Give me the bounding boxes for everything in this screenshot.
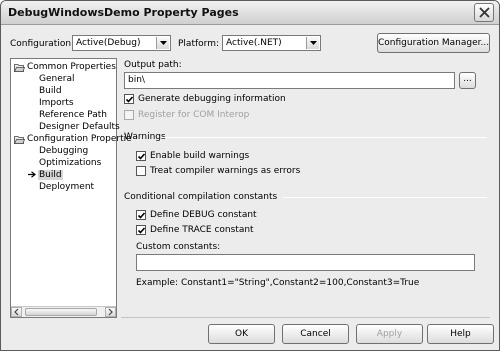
define-debug-label: Define DEBUG constant bbox=[150, 210, 257, 220]
treat-warnings-as-errors-checkbox[interactable] bbox=[136, 166, 146, 176]
enable-build-warnings-checkbox[interactable] bbox=[136, 151, 146, 161]
configuration-manager-button[interactable]: Configuration Manager... bbox=[377, 33, 490, 53]
tree-item-build-config[interactable]: Build bbox=[38, 170, 63, 180]
custom-constants-label: Custom constants: bbox=[136, 242, 221, 252]
tree-item-general[interactable]: General bbox=[39, 74, 74, 84]
constants-section-label: Conditional compilation constants bbox=[124, 192, 278, 202]
tree-item-build-common[interactable]: Build bbox=[39, 86, 62, 96]
tree-item-imports[interactable]: Imports bbox=[39, 98, 74, 108]
tree-item-deployment[interactable]: Deployment bbox=[39, 182, 94, 192]
browse-button[interactable]: ... bbox=[459, 72, 476, 89]
define-trace-checkbox[interactable] bbox=[136, 225, 146, 235]
warnings-separator bbox=[162, 137, 487, 138]
ok-button[interactable]: OK bbox=[208, 324, 275, 344]
tree-item-optimizations[interactable]: Optimizations bbox=[39, 158, 101, 168]
chevron-left-icon bbox=[14, 308, 19, 316]
generate-debug-label: Generate debugging information bbox=[138, 94, 286, 104]
tree-group-configuration-properties[interactable]: Configuration Propertie bbox=[27, 134, 132, 144]
configuration-select[interactable]: Active(Debug) bbox=[72, 35, 171, 51]
register-com-label: Register for COM Interop bbox=[138, 110, 250, 120]
tree-group-common-properties[interactable]: Common Properties bbox=[27, 62, 116, 72]
apply-button[interactable]: Apply bbox=[356, 324, 423, 344]
warnings-section-label: Warnings bbox=[124, 132, 166, 142]
cancel-button[interactable]: Cancel bbox=[282, 324, 349, 344]
configuration-value: Active(Debug) bbox=[76, 38, 141, 48]
platform-label: Platform: bbox=[178, 39, 219, 49]
tree-item-debugging[interactable]: Debugging bbox=[39, 146, 88, 156]
platform-select[interactable]: Active(.NET) bbox=[222, 35, 321, 51]
folder-open-icon bbox=[14, 136, 25, 144]
property-tree: Common Properties General Build Imports … bbox=[10, 58, 132, 318]
close-button[interactable] bbox=[474, 3, 494, 22]
scrollbar-thumb[interactable] bbox=[25, 308, 97, 316]
define-trace-label: Define TRACE constant bbox=[150, 225, 254, 235]
constants-example-text: Example: Constant1="String",Constant2=10… bbox=[136, 278, 420, 288]
checkmark-icon bbox=[137, 212, 146, 219]
platform-dropdown-button[interactable] bbox=[306, 37, 319, 49]
output-path-label: Output path: bbox=[124, 60, 182, 70]
output-path-input[interactable]: bin\ bbox=[124, 72, 455, 89]
register-com-checkbox[interactable] bbox=[124, 110, 134, 120]
checkmark-icon bbox=[137, 227, 146, 234]
chevron-down-icon bbox=[160, 41, 167, 45]
tree-item-reference-path[interactable]: Reference Path bbox=[39, 110, 107, 120]
output-path-value: bin\ bbox=[128, 75, 145, 85]
tree-horizontal-scrollbar[interactable] bbox=[11, 306, 116, 317]
enable-build-warnings-label: Enable build warnings bbox=[150, 151, 250, 161]
configuration-label: Configuration: bbox=[10, 39, 75, 49]
close-icon bbox=[479, 7, 490, 18]
constants-separator bbox=[283, 197, 487, 198]
generate-debug-checkbox[interactable] bbox=[124, 94, 134, 104]
platform-value: Active(.NET) bbox=[226, 38, 282, 48]
chevron-right-icon bbox=[108, 308, 113, 316]
window-title: DebugWindowsDemo Property Pages bbox=[8, 6, 239, 19]
tree-item-designer-defaults[interactable]: Designer Defaults bbox=[39, 122, 120, 132]
scroll-left-button[interactable] bbox=[11, 307, 22, 317]
help-button[interactable]: Help bbox=[427, 324, 494, 344]
chevron-down-icon bbox=[310, 41, 317, 45]
configuration-dropdown-button[interactable] bbox=[156, 37, 169, 49]
treat-warnings-as-errors-label: Treat compiler warnings as errors bbox=[150, 166, 301, 176]
folder-open-icon bbox=[14, 64, 25, 72]
property-pages-dialog: DebugWindowsDemo Property Pages Configur… bbox=[0, 0, 500, 351]
checkmark-icon bbox=[125, 96, 134, 103]
custom-constants-input[interactable] bbox=[136, 254, 475, 271]
scroll-right-button[interactable] bbox=[105, 307, 116, 317]
arrow-right-icon bbox=[28, 171, 36, 178]
checkmark-icon bbox=[137, 153, 146, 160]
define-debug-checkbox[interactable] bbox=[136, 210, 146, 220]
title-bar: DebugWindowsDemo Property Pages bbox=[1, 1, 499, 25]
